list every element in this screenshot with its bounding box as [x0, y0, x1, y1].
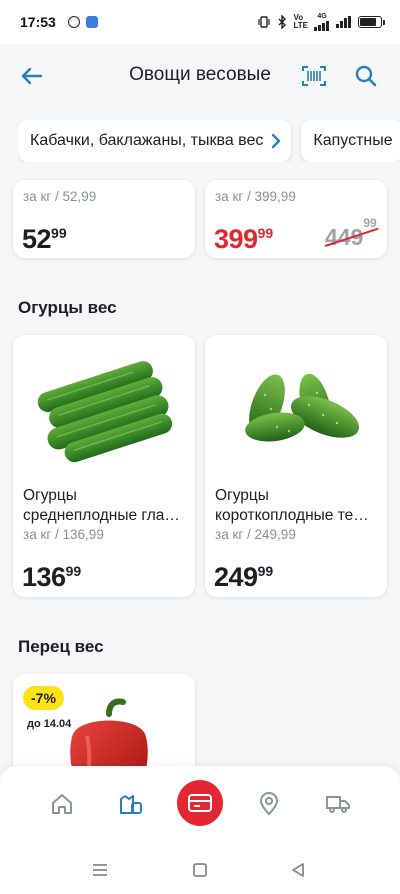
unit-price: за кг / 136,99 — [23, 527, 104, 542]
triangle-back-icon — [292, 863, 304, 877]
home-icon — [52, 794, 72, 814]
recents-button[interactable] — [90, 860, 110, 880]
vibrate-icon — [258, 16, 271, 28]
discount-badge: -7% — [23, 686, 64, 710]
price: 5299 — [22, 224, 67, 254]
unit-price: за кг / 249,99 — [215, 527, 296, 542]
unit-price: за кг / 399,99 — [215, 189, 296, 204]
app-header: Овощи весовые — [0, 44, 400, 108]
product-card-partial-2[interactable]: за кг / 399,99 39999 44999 — [205, 180, 387, 258]
cucumbers-image — [37, 361, 173, 463]
nav-stores-map[interactable] — [253, 788, 285, 820]
network-gen-label: 4G — [317, 13, 327, 20]
signal-icon-2 — [336, 16, 351, 28]
battery-icon — [358, 16, 385, 28]
product-card[interactable]: Огурцы короткоплодные те… за кг / 249,99… — [205, 335, 387, 597]
barcode-scan-button[interactable] — [300, 62, 328, 90]
price: 24999 — [214, 562, 274, 592]
square-icon — [193, 863, 207, 877]
app-notification-icon — [85, 16, 98, 28]
location-pin-icon — [259, 792, 279, 816]
section-title-cucumbers: Огурцы вес — [18, 298, 117, 317]
back-system-button[interactable] — [288, 860, 308, 880]
nav-home[interactable] — [46, 788, 78, 820]
system-navigation — [0, 844, 400, 894]
search-button[interactable] — [352, 62, 380, 90]
barcode-scan-icon — [302, 66, 326, 86]
chip-label: Капустные — [313, 132, 393, 149]
bottom-navigation — [0, 766, 400, 844]
product-name: Огурцы среднеплодные гла… — [23, 487, 180, 524]
nav-delivery[interactable] — [322, 788, 354, 820]
menu-icon — [93, 864, 107, 876]
product-card[interactable]: Огурцы среднеплодные гла… за кг / 136,99… — [13, 335, 195, 597]
nav-loyalty-card[interactable] — [177, 780, 223, 826]
chip-zucchini[interactable]: Кабачки, баклажаны, тыква вес — [18, 120, 292, 162]
nav-catalog[interactable] — [115, 788, 147, 820]
promo-until-date: до 14.04 — [27, 718, 72, 730]
product-name: Огурцы короткоплодные те… — [215, 487, 369, 524]
section-title-pepper: Перец вес — [18, 637, 104, 656]
product-image — [13, 335, 195, 475]
bluetooth-icon — [278, 15, 287, 29]
whatsapp-icon — [67, 16, 80, 28]
product-image — [205, 335, 387, 475]
arrow-left-icon — [21, 67, 43, 85]
price: 13699 — [22, 562, 82, 592]
signal-icon — [314, 21, 329, 31]
page-title: Овощи весовые — [129, 64, 271, 85]
chevron-right-icon — [271, 133, 281, 149]
category-chips: Кабачки, баклажаны, тыква вес Капустные — [18, 120, 400, 162]
catalog-icon — [120, 795, 142, 814]
delivery-truck-icon — [326, 796, 350, 813]
product-card-partial-1[interactable]: за кг / 52,99 5299 — [13, 180, 195, 258]
unit-price: за кг / 52,99 — [23, 189, 97, 204]
volte-indicator: Vo LTE — [293, 13, 308, 30]
back-button[interactable] — [18, 62, 46, 90]
status-bar: 17:53 Vo LTE 4G — [0, 0, 400, 44]
chip-label: Кабачки, баклажаны, тыква вес — [30, 132, 264, 149]
search-icon — [355, 65, 377, 87]
card-icon — [188, 794, 212, 812]
status-time: 17:53 — [20, 14, 56, 30]
home-system-button[interactable] — [190, 860, 210, 880]
short-cucumbers-image — [245, 373, 359, 442]
discounted-price: 39999 — [214, 224, 274, 254]
chip-cabbage[interactable]: Капустные — [301, 120, 400, 162]
